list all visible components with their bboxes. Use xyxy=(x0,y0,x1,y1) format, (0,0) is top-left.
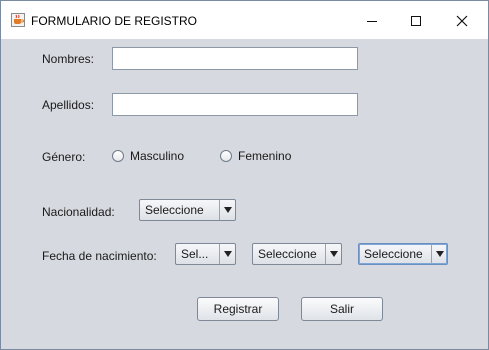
close-button[interactable] xyxy=(439,7,485,35)
dropdown-arrow-icon xyxy=(431,244,447,264)
fecha-anio-select[interactable]: Seleccione xyxy=(358,243,448,265)
radio-femenino-label: Femenino xyxy=(238,149,292,163)
maximize-button[interactable] xyxy=(393,7,439,35)
minimize-button[interactable] xyxy=(349,7,395,35)
title-bar[interactable]: FORMULARIO DE REGISTRO xyxy=(1,1,488,39)
salir-button-label: Salir xyxy=(329,302,354,316)
registrar-button[interactable]: Registrar xyxy=(197,297,279,321)
registration-window: FORMULARIO DE REGISTRO Nombres: Apellido… xyxy=(0,0,489,350)
fecha-anio-value: Seleccione xyxy=(364,247,423,261)
nacionalidad-select[interactable]: Seleccione xyxy=(139,199,236,221)
radio-masculino[interactable]: Masculino xyxy=(112,149,184,163)
minimize-icon xyxy=(367,21,377,22)
window-title: FORMULARIO DE REGISTRO xyxy=(31,14,198,28)
nombres-input[interactable] xyxy=(112,47,358,70)
fecha-mes-select[interactable]: Seleccione xyxy=(252,243,342,265)
nombres-label: Nombres: xyxy=(42,52,95,66)
nacionalidad-label: Nacionalidad: xyxy=(42,205,115,219)
radio-circle-icon xyxy=(112,150,124,162)
radio-masculino-label: Masculino xyxy=(130,149,185,163)
dropdown-arrow-icon xyxy=(219,244,235,264)
radio-femenino[interactable]: Femenino xyxy=(220,149,291,163)
fecha-dia-value: Sel... xyxy=(181,247,209,261)
dropdown-arrow-icon xyxy=(325,244,341,264)
fecha-dia-select[interactable]: Sel... xyxy=(175,243,236,265)
registrar-button-label: Registrar xyxy=(213,302,263,316)
dropdown-arrow-icon xyxy=(219,200,235,220)
close-icon xyxy=(456,15,468,27)
fecha-mes-value: Seleccione xyxy=(258,247,317,261)
apellidos-input[interactable] xyxy=(112,93,358,116)
apellidos-label: Apellidos: xyxy=(42,98,95,112)
radio-circle-icon xyxy=(220,150,232,162)
java-cup-icon xyxy=(11,13,25,27)
salir-button[interactable]: Salir xyxy=(301,297,383,321)
maximize-icon xyxy=(411,16,421,26)
fecha-nacimiento-label: Fecha de nacimiento: xyxy=(42,249,157,263)
genero-label: Género: xyxy=(42,150,86,164)
nacionalidad-value: Seleccione xyxy=(145,203,204,217)
form-panel: Nombres: Apellidos: Género: Masculino Fe… xyxy=(6,39,483,343)
